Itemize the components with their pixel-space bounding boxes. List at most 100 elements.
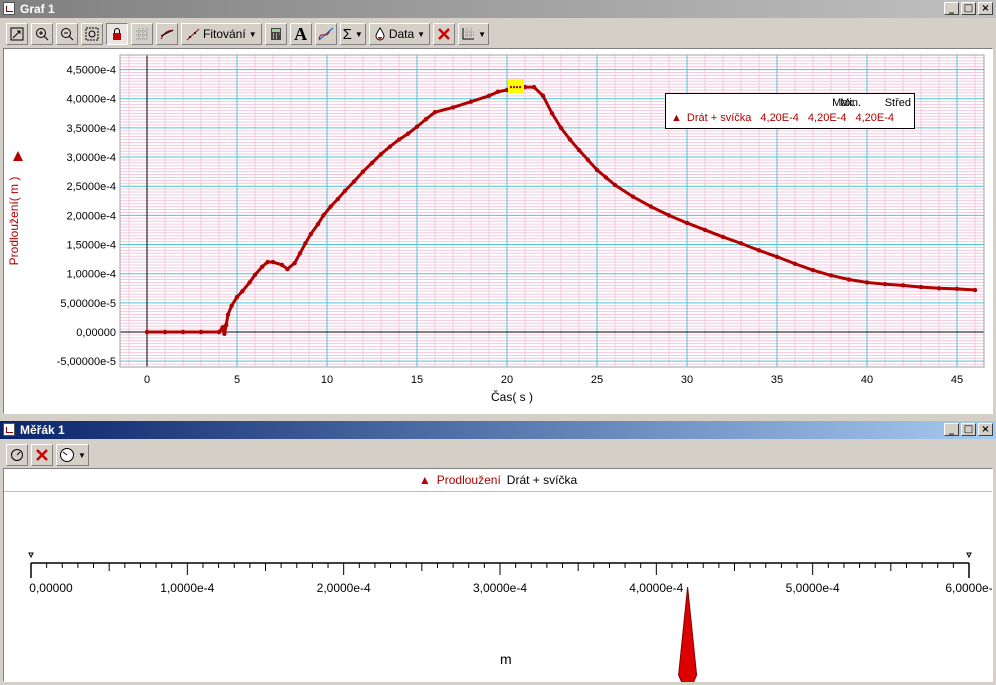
- data-point: [864, 280, 870, 285]
- y-tick-label: 0,00000: [76, 327, 116, 339]
- data-point: [222, 331, 227, 336]
- legend-box[interactable]: Min. Max. Střed ▲ Drát + svíčka 4,20E-4 …: [665, 93, 915, 129]
- statistics-dropdown[interactable]: Σ ▼: [339, 23, 366, 45]
- autoscale-icon: [10, 27, 24, 41]
- data-point: [303, 241, 308, 246]
- data-point: [270, 259, 276, 265]
- sum-label: Σ: [342, 25, 352, 43]
- close-button[interactable]: ×: [978, 423, 993, 436]
- dial-icon: [60, 448, 74, 462]
- data-point: [220, 325, 225, 330]
- meter-window-icon: [3, 423, 15, 436]
- data-point: [774, 254, 780, 259]
- data-point: [405, 131, 411, 136]
- data-point: [540, 93, 546, 99]
- data-point: [342, 188, 348, 194]
- meter-scale-end: [28, 552, 34, 559]
- data-point: [684, 220, 690, 226]
- data-point: [351, 179, 357, 184]
- data-point: [162, 329, 168, 335]
- zoom-out-icon: [61, 28, 74, 41]
- grid-button[interactable]: [131, 23, 153, 45]
- zoom-in-button[interactable]: [31, 23, 53, 45]
- data-point: [666, 213, 672, 218]
- y-tick-label: 5,00000e-5: [60, 298, 116, 310]
- text-tool-button[interactable]: A: [289, 23, 312, 45]
- data-point: [585, 157, 591, 163]
- maximize-button[interactable]: □: [961, 2, 976, 15]
- curve-tool-button[interactable]: [314, 23, 337, 45]
- delete-button[interactable]: [433, 23, 456, 45]
- zoom-in-icon: [36, 28, 49, 41]
- data-point: [603, 175, 609, 180]
- data-point: [369, 160, 375, 166]
- data-point: [423, 116, 429, 122]
- y-tick-label: 2,0000e-4: [66, 210, 116, 222]
- lock-scale-button[interactable]: [106, 23, 128, 45]
- chevron-down-icon: ▼: [248, 29, 257, 39]
- meter-tick-label: 5,0000e-4: [786, 581, 840, 595]
- calculator-button[interactable]: [264, 23, 287, 45]
- x-tick-label: 30: [681, 374, 693, 386]
- data-point: [846, 277, 852, 282]
- minimize-button[interactable]: _: [944, 2, 959, 15]
- data-point: [900, 283, 906, 288]
- data-point: [260, 264, 265, 269]
- red-x-icon: [36, 449, 48, 461]
- graf-titlebar[interactable]: Graf 1 _ □ ×: [0, 0, 996, 18]
- chevron-down-icon: ▼: [417, 29, 426, 39]
- data-dropdown[interactable]: Data ▼: [368, 23, 431, 45]
- data-point: [468, 99, 474, 104]
- axes-dropdown[interactable]: ▼: [458, 23, 490, 45]
- chevron-down-icon: ▼: [78, 450, 86, 460]
- y-tick-label: 2,5000e-4: [66, 181, 116, 193]
- triangle-marker-icon: ▲: [671, 112, 682, 124]
- y-axis-label: Prodloužení( m ): [7, 177, 21, 266]
- zoom-box-button[interactable]: [81, 23, 103, 45]
- grid-icon: [136, 28, 148, 40]
- x-tick-label: 45: [951, 374, 963, 386]
- data-point: [234, 294, 240, 300]
- meter-window: Měřák 1 _ □ × ▼ ▲ Prodloužení Drát + sví…: [0, 421, 996, 685]
- x-tick-label: 25: [591, 374, 603, 386]
- graf-window: Graf 1 _ □ × Fitování ▼ A Σ ▼ Data ▼ ▼ 0 5 10…: [0, 0, 996, 418]
- x-tick-label: 5: [234, 374, 240, 386]
- data-point: [486, 93, 492, 99]
- data-point: [954, 286, 960, 292]
- data-point: [882, 281, 888, 287]
- data-point: [225, 312, 231, 317]
- autoscale-button[interactable]: [6, 23, 28, 45]
- data-point: [630, 194, 636, 199]
- meter-scale-svg: 0,00000 1,0000e-4 2,0000e-4 3,0000e-4 4,0000…: [28, 552, 992, 682]
- y-tick-label: 1,5000e-4: [66, 240, 116, 252]
- minimize-button[interactable]: _: [944, 423, 959, 436]
- data-point: [308, 231, 313, 237]
- legend-header-mid: Střed: [884, 97, 911, 109]
- data-point: [702, 227, 708, 233]
- gauge-icon: [11, 449, 23, 461]
- meter-style-button[interactable]: [6, 444, 28, 466]
- data-point: [180, 329, 186, 335]
- y-tick-label: 1,0000e-4: [66, 269, 116, 281]
- meter-tick-label: 2,0000e-4: [317, 581, 371, 595]
- curve-icon: [318, 27, 333, 41]
- maximize-button[interactable]: □: [961, 423, 976, 436]
- zoom-out-button[interactable]: [56, 23, 78, 45]
- meter-delete-button[interactable]: [31, 444, 53, 466]
- text-tool-label: A: [294, 23, 308, 44]
- meter-titlebar[interactable]: Měřák 1 _ □ ×: [0, 421, 996, 439]
- fit-line-icon: [186, 28, 200, 41]
- meter-type-dropdown[interactable]: ▼: [56, 444, 89, 466]
- data-point: [549, 111, 555, 116]
- data-point: [648, 204, 654, 209]
- graph-window-icon: [3, 2, 15, 15]
- y-tick-label: -5,00000e-5: [57, 356, 116, 368]
- tangent-button[interactable]: [156, 23, 178, 45]
- y-axis-marker-icon: [13, 151, 23, 161]
- chevron-down-icon: ▼: [354, 29, 363, 39]
- data-point: [387, 144, 393, 149]
- fitting-dropdown[interactable]: Fitování ▼: [181, 23, 262, 45]
- close-button[interactable]: ×: [978, 2, 993, 15]
- meter-unit: m: [500, 651, 512, 667]
- y-tick-label: 3,5000e-4: [66, 123, 116, 135]
